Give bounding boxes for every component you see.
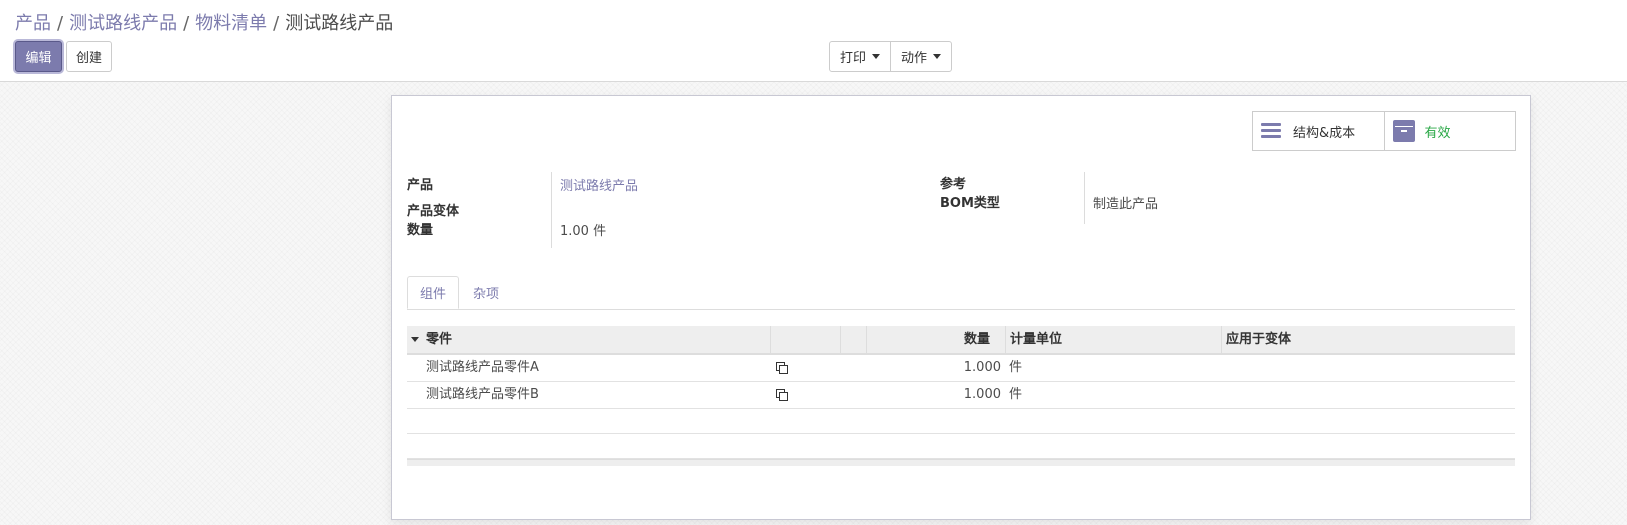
table-empty-row — [407, 434, 1515, 459]
component-cell: 测试路线产品零件B — [426, 387, 539, 402]
reference-label: 参考 — [940, 177, 967, 192]
product-label: 产品 — [407, 178, 434, 193]
structure-cost-label: 结构&成本 — [1293, 125, 1356, 141]
breadcrumb-current: 测试路线产品 — [285, 13, 394, 34]
copy-icon[interactable] — [776, 362, 788, 374]
copy-icon[interactable] — [776, 389, 788, 401]
quantity-cell: 1.000 — [963, 387, 1001, 402]
active-toggle-button[interactable]: 有效 — [1383, 112, 1516, 150]
table-header: 零件 数量 计量单位 应用于变体 — [407, 326, 1515, 355]
sidebar-dropdowns: 打印 动作 — [829, 41, 953, 72]
uom-cell: 件 — [1009, 387, 1023, 402]
group-toggle[interactable] — [407, 326, 422, 353]
table-row[interactable]: 测试路线产品零件A 1.000 件 — [407, 355, 1515, 382]
column-header-apply-variants[interactable]: 应用于变体 — [1221, 326, 1515, 353]
breadcrumb-separator: / — [183, 13, 190, 34]
field-divider — [1084, 172, 1085, 224]
table-row[interactable]: 测试路线产品零件B 1.000 件 — [407, 382, 1515, 409]
print-dropdown[interactable]: 打印 — [830, 42, 890, 71]
tab-miscellaneous[interactable]: 杂项 — [461, 276, 511, 309]
breadcrumb-separator: / — [273, 13, 280, 34]
column-header-blank — [770, 326, 840, 353]
archive-icon — [1392, 120, 1415, 142]
button-box: 结构&成本 有效 — [1252, 111, 1516, 151]
form-sheet: 结构&成本 有效 产品 测试路线产品 产品变体 数量 1.00 件 参考 BOM… — [391, 95, 1531, 520]
caret-down-icon — [933, 54, 942, 59]
structure-cost-button[interactable]: 结构&成本 — [1253, 112, 1384, 150]
field-divider — [551, 172, 552, 248]
breadcrumb-separator: / — [57, 13, 64, 34]
bom-type-label: BOM类型 — [940, 196, 1000, 211]
quantity-value: 1.00 件 — [560, 224, 607, 239]
create-button[interactable]: 创建 — [66, 41, 112, 72]
breadcrumb-item-bom[interactable]: 物料清单 — [195, 13, 267, 34]
bom-type-value: 制造此产品 — [1093, 197, 1159, 212]
action-dropdown[interactable]: 动作 — [890, 42, 951, 71]
variant-label: 产品变体 — [407, 204, 460, 219]
components-table: 零件 数量 计量单位 应用于变体 测试路线产品零件A 1.000 件 测试路线产… — [407, 326, 1515, 466]
print-label: 打印 — [840, 51, 867, 66]
breadcrumb-item-product[interactable]: 测试路线产品 — [69, 13, 177, 34]
quantity-cell: 1.000 — [963, 360, 1001, 375]
caret-down-icon — [411, 337, 419, 342]
breadcrumb-item-products[interactable]: 产品 — [15, 13, 51, 34]
breadcrumb: 产品 / 测试路线产品 / 物料清单 / 测试路线产品 — [15, 9, 393, 35]
action-label: 动作 — [901, 51, 928, 66]
uom-cell: 件 — [1009, 360, 1023, 375]
caret-down-icon — [872, 54, 881, 59]
product-value[interactable]: 测试路线产品 — [560, 175, 638, 194]
column-header-uom[interactable]: 计量单位 — [1005, 326, 1221, 353]
control-panel: 产品 / 测试路线产品 / 物料清单 / 测试路线产品 编辑 创建 打印 动作 — [0, 0, 1627, 82]
bars-icon — [1261, 120, 1283, 142]
edit-button[interactable]: 编辑 — [15, 41, 62, 72]
active-label: 有效 — [1424, 125, 1451, 141]
component-cell: 测试路线产品零件A — [426, 360, 539, 375]
tab-components[interactable]: 组件 — [407, 276, 459, 309]
column-header-blank — [840, 326, 866, 353]
quantity-label: 数量 — [407, 223, 434, 238]
column-header-quantity[interactable]: 数量 — [866, 326, 1005, 353]
table-footer — [407, 459, 1515, 466]
notebook-tabs: 组件 杂项 — [407, 276, 1515, 310]
table-empty-row — [407, 409, 1515, 434]
column-header-component[interactable]: 零件 — [422, 326, 770, 353]
